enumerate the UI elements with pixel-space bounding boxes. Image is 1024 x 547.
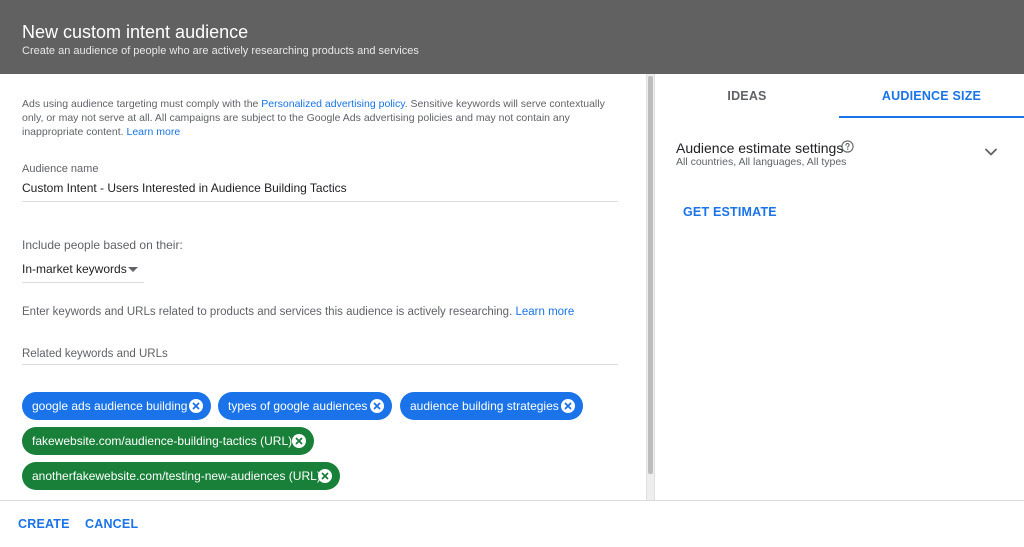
policy-text-before: Ads using audience targeting must comply… [22,98,262,110]
remove-chip-icon[interactable] [318,469,332,483]
help-circle-icon[interactable] [841,140,854,153]
scrollbar-thumb[interactable] [648,76,653,474]
audience-name-label: Audience name [22,163,99,175]
panel-divider [654,74,655,500]
footer-divider [0,500,1024,501]
dialog-subtitle: Create an audience of people who are act… [22,45,419,57]
chip-label: types of google audiences [228,399,368,413]
get-estimate-button[interactable]: GET ESTIMATE [683,205,777,219]
include-based-on-label: Include people based on their: [22,238,183,252]
keywords-help-body: Enter keywords and URLs related to produ… [22,306,516,318]
related-keywords-underline [22,364,618,365]
side-panel-tabs: IDEAS AUDIENCE SIZE [655,74,1024,118]
audience-name-underline [22,201,618,202]
audience-estimate-settings-summary: All countries, All languages, All types [676,156,847,168]
dialog-header: New custom intent audience Create an aud… [0,0,1024,74]
audience-name-input[interactable]: Custom Intent - Users Interested in Audi… [22,180,347,196]
related-keywords-input[interactable] [22,344,618,364]
chip-label: fakewebsite.com/audience-building-tactic… [32,434,293,448]
dropdown-arrow-icon [128,267,138,272]
remove-chip-icon[interactable] [561,399,575,413]
keywords-learn-more-link[interactable]: Learn more [515,306,574,318]
url-chip[interactable]: fakewebsite.com/audience-building-tactic… [22,427,314,455]
dialog-title: New custom intent audience [22,22,249,42]
policy-notice: Ads using audience targeting must comply… [22,97,622,139]
active-tab-indicator [839,116,1024,118]
include-type-value: In-market keywords [22,262,127,276]
create-button[interactable]: CREATE [18,517,70,531]
select-underline [22,282,144,283]
url-chip[interactable]: anotherfakewebsite.com/testing-new-audie… [22,462,340,490]
cancel-button[interactable]: CANCEL [85,517,138,531]
remove-chip-icon[interactable] [292,434,306,448]
keywords-help-text: Enter keywords and URLs related to produ… [22,305,574,319]
remove-chip-icon[interactable] [189,399,203,413]
keyword-chip[interactable]: audience building strategies [400,392,583,420]
chevron-down-icon[interactable] [982,145,1000,159]
include-type-select[interactable]: In-market keywords [22,261,144,283]
keyword-chip[interactable]: google ads audience building [22,392,211,420]
keyword-chip[interactable]: types of google audiences [218,392,392,420]
chip-label: anotherfakewebsite.com/testing-new-audie… [32,469,321,483]
remove-chip-icon[interactable] [370,399,384,413]
tab-ideas[interactable]: IDEAS [655,74,839,118]
audience-estimate-settings-title[interactable]: Audience estimate settings [676,140,843,156]
tab-audience-size[interactable]: AUDIENCE SIZE [839,74,1024,118]
policy-learn-more-link[interactable]: Learn more [127,126,181,138]
chip-label: audience building strategies [410,399,559,413]
chip-label: google ads audience building [32,399,188,413]
personalized-advertising-policy-link[interactable]: Personalized advertising policy [261,98,404,110]
